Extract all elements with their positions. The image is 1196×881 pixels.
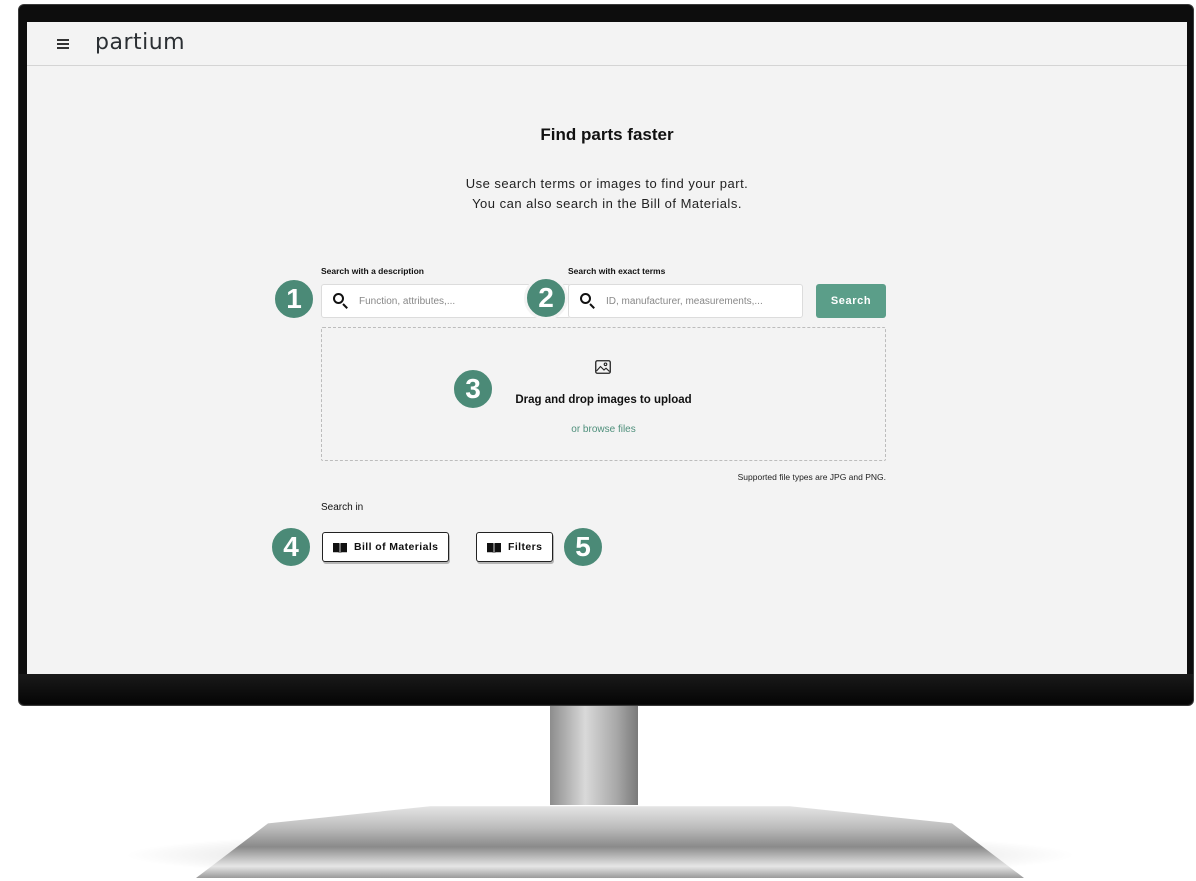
search-in-label: Search in: [321, 502, 364, 513]
exact-search-field[interactable]: [568, 284, 803, 318]
monitor-stand-base: [196, 806, 1024, 878]
browse-files-link[interactable]: or browse files: [322, 424, 885, 435]
dropzone-title: Drag and drop images to upload: [515, 394, 692, 406]
bill-of-materials-label: Bill of Materials: [354, 541, 439, 553]
bill-of-materials-button[interactable]: Bill of Materials: [322, 532, 450, 562]
book-icon: [487, 542, 501, 553]
monitor-stand-neck: [550, 705, 638, 805]
app-header: partium: [27, 22, 1187, 66]
callout-3: 3: [451, 367, 495, 411]
book-icon: [333, 542, 347, 553]
exact-search-label: Search with exact terms: [568, 266, 666, 276]
callout-4: 4: [269, 525, 313, 569]
page-subtitle-line1: Use search terms or images to find your …: [465, 176, 749, 191]
callout-1: 1: [272, 277, 316, 321]
image-dropzone[interactable]: Drag and drop images to upload or browse…: [321, 327, 886, 461]
filters-label: Filters: [508, 541, 543, 553]
file-types-note: Supported file types are JPG and PNG.: [737, 472, 886, 482]
description-search-label: Search with a description: [321, 266, 424, 276]
callout-5: 5: [561, 525, 605, 569]
monitor-bezel: [19, 674, 1193, 704]
search-icon: [332, 292, 350, 310]
callout-2: 2: [524, 276, 568, 320]
search-button[interactable]: Search: [816, 284, 886, 318]
screen: partium Find parts faster Use search ter…: [27, 22, 1187, 674]
hamburger-menu-icon[interactable]: [57, 39, 69, 49]
page-subtitle-line2: You can also search in the Bill of Mater…: [472, 196, 742, 211]
brand-logo: partium: [95, 30, 186, 55]
filters-button[interactable]: Filters: [476, 532, 554, 562]
exact-search-input[interactable]: [606, 285, 802, 317]
search-icon: [579, 292, 597, 310]
page-title: Find parts faster: [540, 125, 674, 144]
image-icon: [595, 360, 611, 374]
